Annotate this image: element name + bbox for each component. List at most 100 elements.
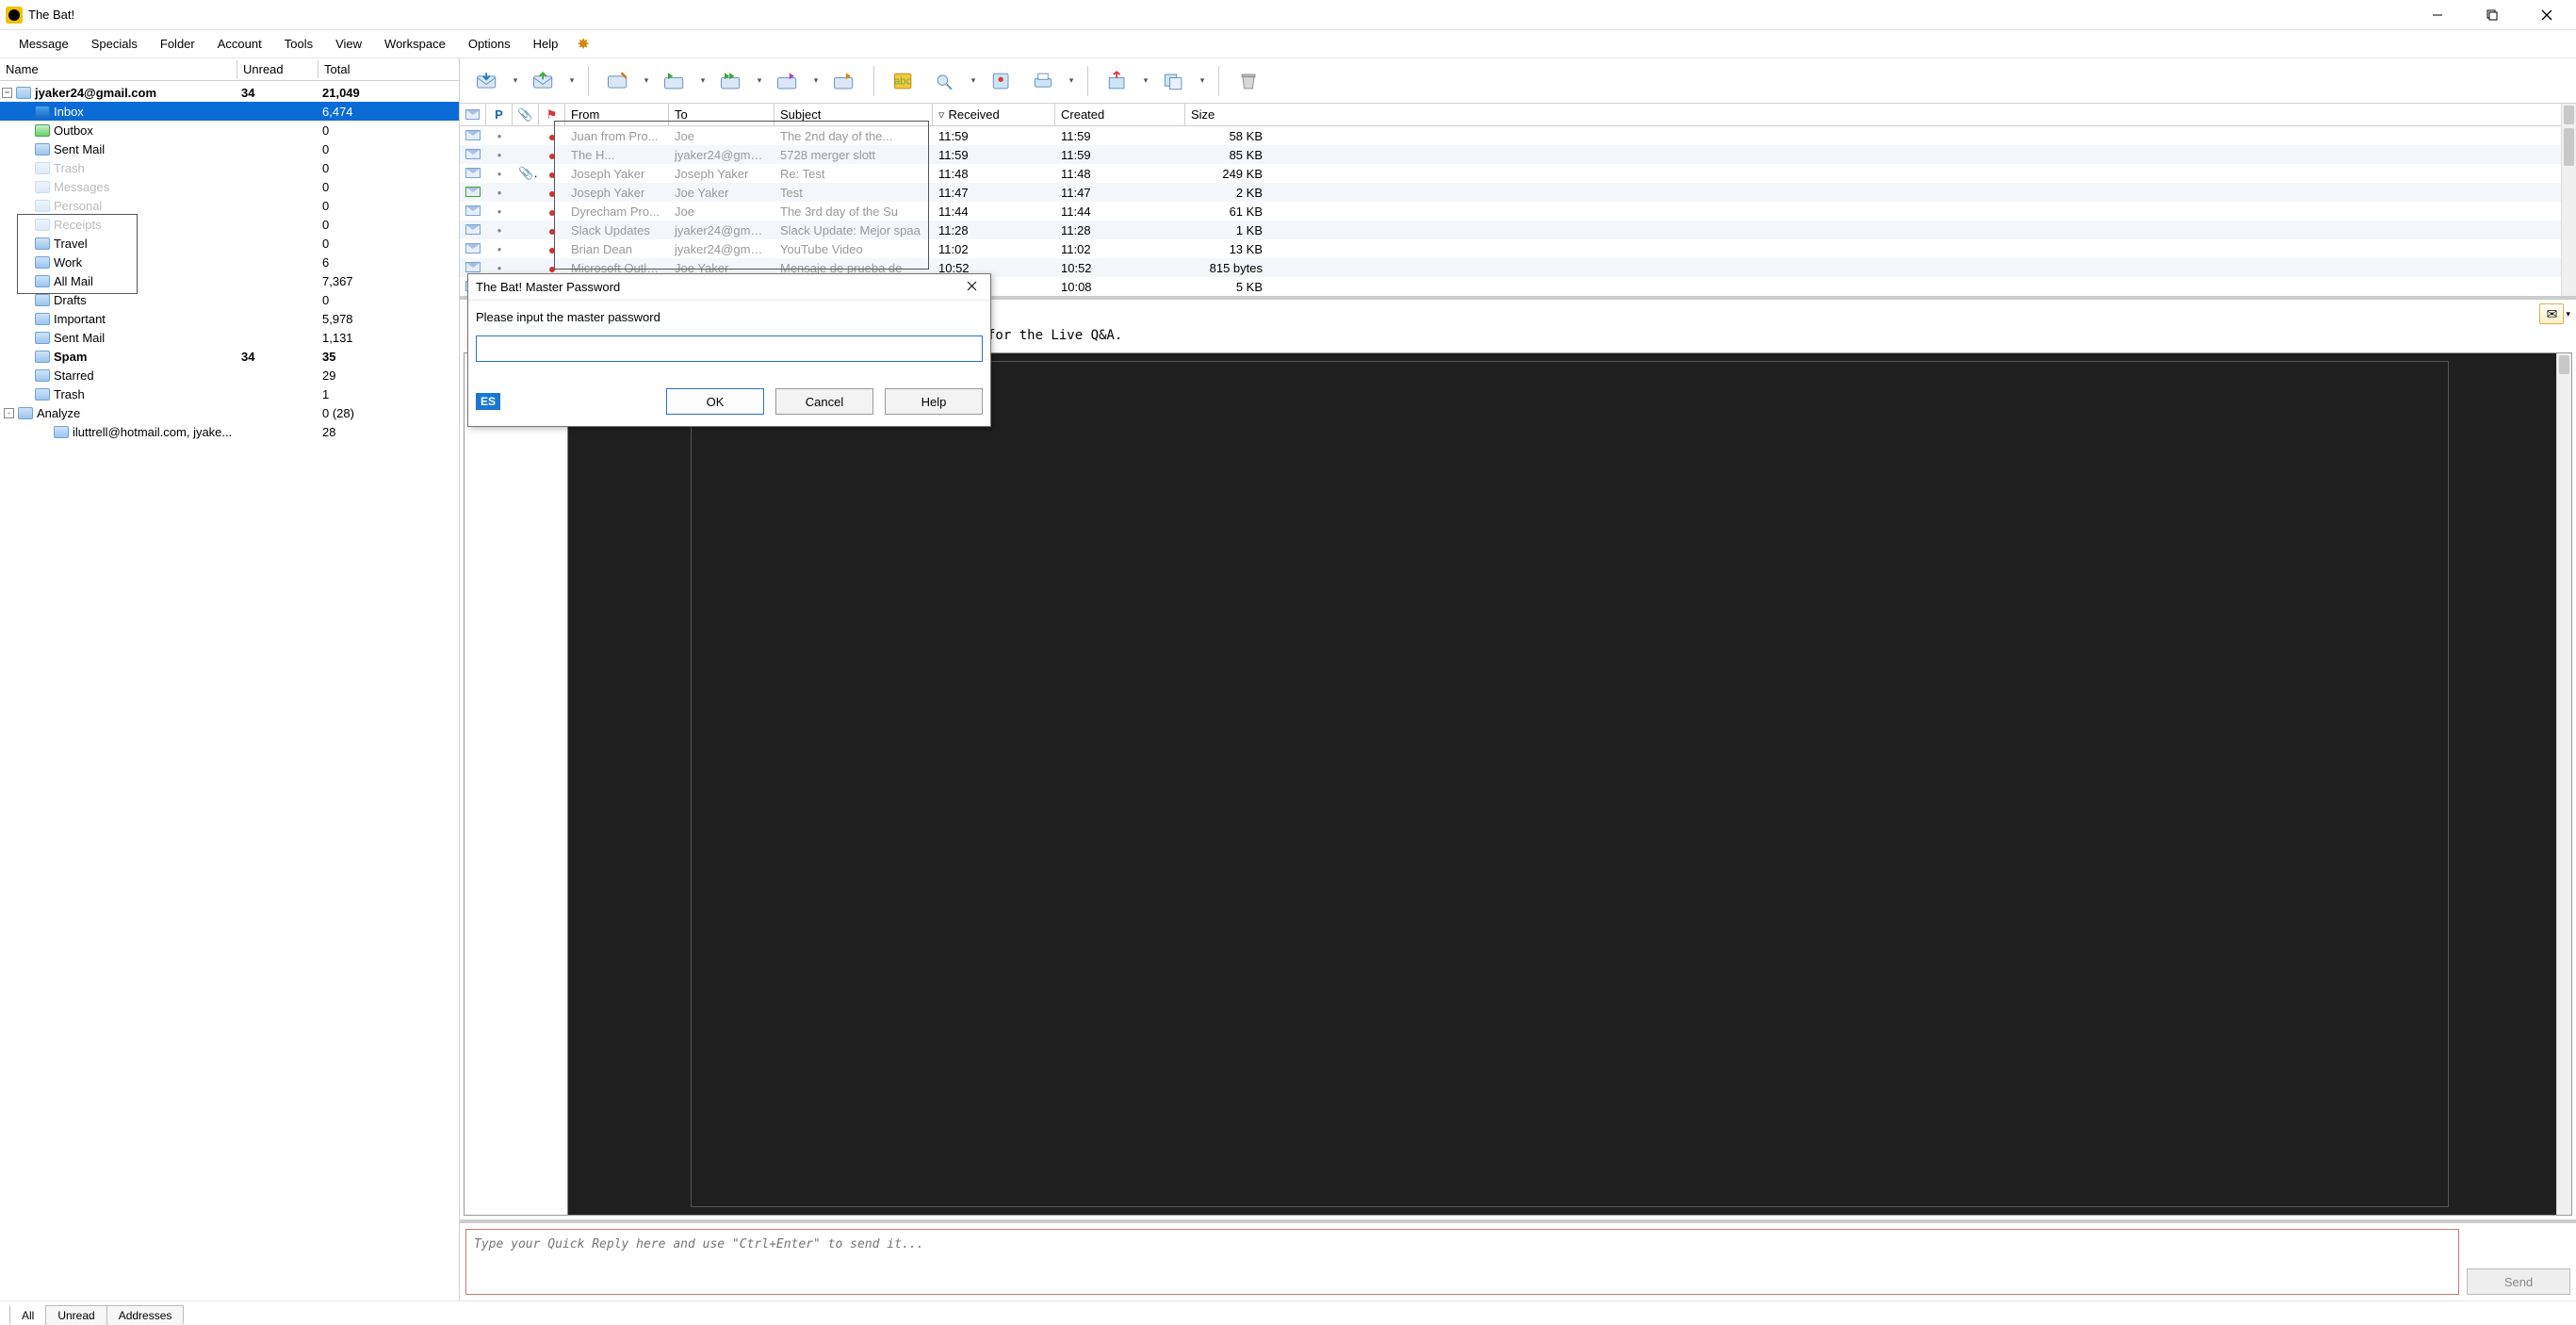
folder-row[interactable]: -Analyze0 (28) — [0, 403, 459, 422]
folder-row[interactable]: All Mail7,367 — [0, 271, 459, 290]
message-row[interactable]: •Brian Deanjyaker24@gmail...YouTube Vide… — [460, 239, 2576, 258]
folder-row[interactable]: Travel0 — [0, 234, 459, 253]
folder-row[interactable]: Spam3435 — [0, 347, 459, 366]
folder-row[interactable]: Personal0 — [0, 196, 459, 215]
folder-total: 0 — [318, 142, 459, 156]
menu-folder[interactable]: Folder — [151, 33, 204, 55]
col-received[interactable]: Received — [933, 104, 1055, 125]
tree-col-total[interactable]: Total — [318, 60, 459, 78]
minimize-button[interactable] — [2421, 4, 2454, 26]
new-dropdown[interactable] — [642, 75, 651, 86]
cancel-button[interactable]: Cancel — [775, 388, 873, 415]
col-envelope-icon[interactable] — [460, 104, 486, 125]
folder-row[interactable]: Sent Mail1,131 — [0, 328, 459, 347]
folder-row[interactable]: Work6 — [0, 253, 459, 271]
expander-icon[interactable]: − — [2, 88, 12, 98]
master-password-input[interactable] — [476, 335, 983, 362]
forward-button[interactable] — [770, 64, 806, 98]
print-dropdown[interactable] — [1067, 75, 1076, 86]
col-to[interactable]: To — [669, 104, 774, 125]
menu-view[interactable]: View — [326, 33, 371, 55]
export-dropdown[interactable] — [1141, 75, 1150, 86]
forward-dropdown[interactable] — [811, 75, 821, 86]
col-size[interactable]: Size — [1185, 104, 2576, 125]
tree-col-unread[interactable]: Unread — [237, 60, 318, 78]
folder-row[interactable]: Important5,978 — [0, 309, 459, 328]
receive-mail-button[interactable] — [469, 64, 505, 98]
redirect-button[interactable] — [826, 64, 862, 98]
delete-button[interactable] — [1231, 64, 1266, 98]
copy-dropdown[interactable] — [1198, 75, 1207, 86]
row-received: 11:59 — [933, 129, 1055, 143]
col-subject[interactable]: Subject — [774, 104, 933, 125]
search-button[interactable] — [927, 64, 963, 98]
reply-all-button[interactable] — [713, 64, 749, 98]
folder-row[interactable]: Outbox0 — [0, 121, 459, 139]
folder-row[interactable]: iluttrell@hotmail.com, jyake...28 — [0, 422, 459, 441]
expander-icon[interactable]: - — [4, 408, 14, 418]
receive-dropdown[interactable] — [511, 75, 520, 86]
message-row[interactable]: •📎Joseph YakerJoseph YakerRe: Test11:481… — [460, 164, 2576, 183]
folder-row[interactable]: Inbox6,474 — [0, 102, 459, 121]
reply-dropdown[interactable] — [698, 75, 708, 86]
msglist-scrollbar[interactable] — [2561, 126, 2576, 296]
tree-account-row[interactable]: − jyaker24@gmail.com 34 21,049 — [0, 83, 459, 102]
ok-button[interactable]: OK — [666, 388, 764, 415]
send-button[interactable]: Send — [2467, 1268, 2570, 1295]
message-row[interactable]: •The H...jyaker24@gmail...5728 merger sl… — [460, 145, 2576, 164]
folder-row[interactable]: Trash0 — [0, 158, 459, 177]
export-button[interactable] — [1100, 64, 1135, 98]
reply-all-dropdown[interactable] — [755, 75, 764, 86]
reply-button[interactable] — [657, 64, 693, 98]
menu-help[interactable]: Help — [524, 33, 568, 55]
spellcheck-button[interactable]: abc — [886, 64, 921, 98]
folder-row[interactable]: Trash1 — [0, 384, 459, 403]
tree-col-name[interactable]: Name — [0, 60, 237, 78]
search-dropdown[interactable] — [969, 75, 978, 86]
menu-tools[interactable]: Tools — [275, 33, 322, 55]
message-row[interactable]: •Joseph YakerJoe YakerTest11:4711:472 KB — [460, 183, 2576, 202]
address-book-button[interactable] — [984, 64, 1019, 98]
preview-scrollbar[interactable] — [2556, 353, 2571, 1215]
message-row[interactable]: •Slack Updatesjyaker24@gmail...Slack Upd… — [460, 221, 2576, 239]
send-mail-button[interactable] — [526, 64, 562, 98]
close-button[interactable] — [2531, 4, 2563, 26]
folder-name: All Mail — [54, 274, 93, 288]
message-list[interactable]: •Juan from Pro...JoeThe 2nd day of the..… — [460, 126, 2576, 296]
send-dropdown[interactable] — [567, 75, 577, 86]
menu-message[interactable]: Message — [9, 33, 78, 55]
menu-workspace[interactable]: Workspace — [375, 33, 455, 55]
folder-row[interactable]: Drafts0 — [0, 290, 459, 309]
attachment-panel[interactable]: Message.html 46 KB — [465, 353, 568, 1215]
folder-tree[interactable]: − jyaker24@gmail.com 34 21,049 Inbox6,47… — [0, 81, 459, 1300]
tab-addresses[interactable]: Addresses — [106, 1305, 185, 1325]
folder-row[interactable]: Starred29 — [0, 366, 459, 384]
message-row[interactable]: •Dyrecham Pro...JoeThe 3rd day of the Su… — [460, 202, 2576, 221]
dialog-close-button[interactable] — [961, 278, 983, 296]
row-received: 11:48 — [933, 167, 1055, 181]
help-button[interactable]: Help — [885, 388, 983, 415]
folder-unread: 34 — [237, 350, 318, 364]
maximize-button[interactable] — [2476, 4, 2508, 26]
menu-account[interactable]: Account — [208, 33, 271, 55]
folder-row[interactable]: Messages0 — [0, 177, 459, 196]
col-attach-icon[interactable]: 📎 — [513, 104, 539, 125]
gear-icon[interactable]: ✸ — [571, 35, 595, 54]
col-flag-icon[interactable]: ⚑ — [539, 104, 565, 125]
tab-all[interactable]: All — [9, 1305, 46, 1325]
col-from[interactable]: From — [565, 104, 669, 125]
tab-unread[interactable]: Unread — [45, 1305, 106, 1325]
print-button[interactable] — [1025, 64, 1061, 98]
message-row[interactable]: •Juan from Pro...JoeThe 2nd day of the..… — [460, 126, 2576, 145]
menu-specials[interactable]: Specials — [82, 33, 147, 55]
menu-options[interactable]: Options — [459, 33, 520, 55]
quick-reply-input[interactable] — [465, 1229, 2459, 1295]
row-received: 11:44 — [933, 204, 1055, 219]
folder-row[interactable]: Receipts0 — [0, 215, 459, 234]
new-message-button[interactable] — [600, 64, 636, 98]
language-badge[interactable]: ES — [476, 393, 500, 410]
copy-button[interactable] — [1156, 64, 1192, 98]
col-park-icon[interactable]: P — [486, 104, 513, 125]
col-created[interactable]: Created — [1055, 104, 1185, 125]
folder-row[interactable]: Sent Mail0 — [0, 139, 459, 158]
